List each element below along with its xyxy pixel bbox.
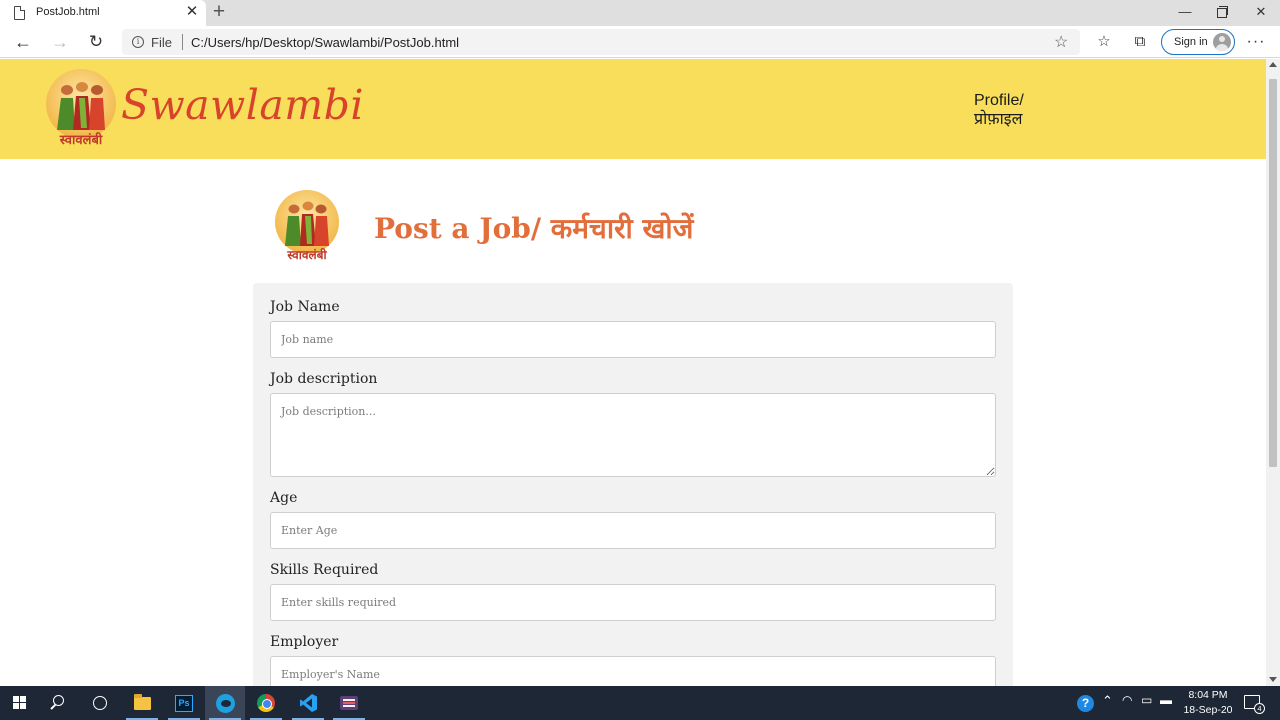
clock-time: 8:04 PM xyxy=(1188,689,1228,701)
minimize-button[interactable]: — xyxy=(1166,0,1204,24)
profile-label-en: Profile/ xyxy=(974,92,1024,109)
clock-date: 18-Sep-20 xyxy=(1183,704,1233,716)
page-scrollbar[interactable] xyxy=(1266,59,1280,686)
star-icon[interactable]: ☆ xyxy=(1054,32,1068,52)
vscode-icon xyxy=(300,694,317,712)
browser-toolbar: ← → ↻ i File C:/Users/hp/Desktop/Swawlam… xyxy=(0,26,1280,58)
more-icon[interactable]: ··· xyxy=(1246,32,1266,52)
favorites-icon[interactable]: ☆ xyxy=(1094,32,1114,52)
site-header: स्वावलंबी Swawlambi Profile/ प्रोफ़ाइल xyxy=(0,59,1266,159)
app-icon xyxy=(340,696,358,710)
address-divider xyxy=(182,34,183,50)
info-icon[interactable]: i xyxy=(132,36,144,48)
edge-button[interactable] xyxy=(205,686,245,720)
age-input[interactable] xyxy=(270,512,996,549)
folder-icon xyxy=(134,694,151,710)
avatar-icon xyxy=(1213,33,1231,51)
system-clock[interactable]: 8:04 PM 18-Sep-20 xyxy=(1178,688,1238,718)
employer-input[interactable] xyxy=(270,656,996,686)
windows-logo-icon xyxy=(13,696,27,710)
search-button[interactable] xyxy=(40,686,80,720)
tab-title: PostJob.html xyxy=(36,6,100,18)
help-icon[interactable]: ? xyxy=(1077,695,1094,712)
job-name-input[interactable] xyxy=(270,321,996,358)
address-prefix: File xyxy=(151,35,172,50)
site-logo[interactable]: स्वावलंबी xyxy=(45,68,117,148)
page-logo-image: स्वावलंबी xyxy=(275,190,339,262)
profile-link[interactable]: Profile/ प्रोफ़ाइल xyxy=(974,91,1024,129)
browser-tab[interactable]: PostJob.html ✕ xyxy=(0,0,206,26)
job-description-textarea[interactable] xyxy=(270,393,996,477)
sign-in-button[interactable]: Sign in xyxy=(1161,29,1235,55)
job-name-label: Job Name xyxy=(270,299,340,315)
post-job-form: Job Name Job description Age Skills Requ… xyxy=(253,283,1013,686)
tab-close-button[interactable]: ✕ xyxy=(184,4,200,20)
page-title: Post a Job/ कर्मचारी खोजें xyxy=(374,212,694,245)
employer-label: Employer xyxy=(270,634,339,650)
volume-icon[interactable]: ▭ xyxy=(1141,693,1152,707)
collections-icon[interactable]: ⧉ xyxy=(1130,32,1150,52)
address-bar[interactable]: i File C:/Users/hp/Desktop/Swawlambi/Pos… xyxy=(122,29,1080,55)
new-tab-button[interactable]: + xyxy=(209,1,229,23)
scroll-up-arrow-icon[interactable] xyxy=(1269,62,1277,67)
restore-icon xyxy=(1217,5,1228,18)
profile-label-hi: प्रोफ़ाइल xyxy=(974,111,1023,128)
page-icon xyxy=(14,6,25,20)
page-logo: स्वावलंबी xyxy=(274,190,340,262)
age-label: Age xyxy=(270,490,298,506)
browser-tab-strip: PostJob.html ✕ + — ✕ xyxy=(0,0,1280,26)
scroll-down-arrow-icon[interactable] xyxy=(1269,677,1277,682)
search-icon xyxy=(53,695,64,706)
url-text[interactable]: C:/Users/hp/Desktop/Swawlambi/PostJob.ht… xyxy=(191,35,459,50)
close-window-button[interactable]: ✕ xyxy=(1242,0,1280,24)
skills-label: Skills Required xyxy=(270,562,379,578)
photoshop-icon: Ps xyxy=(175,695,193,712)
windows-taskbar: Ps ? ⌃ ◠ ▭ ▬ 8:04 PM 18-Sep-20 4 xyxy=(0,686,1280,720)
job-description-label: Job description xyxy=(270,371,378,387)
start-button[interactable] xyxy=(0,686,40,720)
brand-name[interactable]: Swawlambi xyxy=(121,81,364,129)
forward-button[interactable]: → xyxy=(48,30,72,54)
notification-count-badge: 4 xyxy=(1254,703,1265,714)
cortana-button[interactable] xyxy=(80,686,120,720)
logo-image: स्वावलंबी xyxy=(46,69,116,148)
page-logo-caption: स्वावलंबी xyxy=(286,248,327,262)
chrome-icon xyxy=(257,694,275,712)
skills-input[interactable] xyxy=(270,584,996,621)
chrome-button[interactable] xyxy=(246,686,286,720)
logo-caption: स्वावलंबी xyxy=(59,132,103,148)
battery-icon[interactable]: ▬ xyxy=(1160,693,1172,707)
reload-button[interactable]: ↻ xyxy=(84,30,108,54)
file-explorer-button[interactable] xyxy=(122,686,162,720)
maximize-button[interactable] xyxy=(1203,0,1241,24)
cortana-icon xyxy=(93,696,107,710)
wifi-icon[interactable]: ◠ xyxy=(1122,693,1132,707)
page-viewport: स्वावलंबी Swawlambi Profile/ प्रोफ़ाइल स… xyxy=(0,59,1266,686)
show-hidden-icons-icon[interactable]: ⌃ xyxy=(1102,693,1113,709)
sign-in-label: Sign in xyxy=(1174,36,1208,48)
vscode-button[interactable] xyxy=(288,686,328,720)
scroll-thumb[interactable] xyxy=(1269,79,1277,467)
back-button[interactable]: ← xyxy=(11,30,35,54)
photoshop-button[interactable]: Ps xyxy=(164,686,204,720)
app-button[interactable] xyxy=(329,686,369,720)
edge-icon xyxy=(216,694,235,713)
